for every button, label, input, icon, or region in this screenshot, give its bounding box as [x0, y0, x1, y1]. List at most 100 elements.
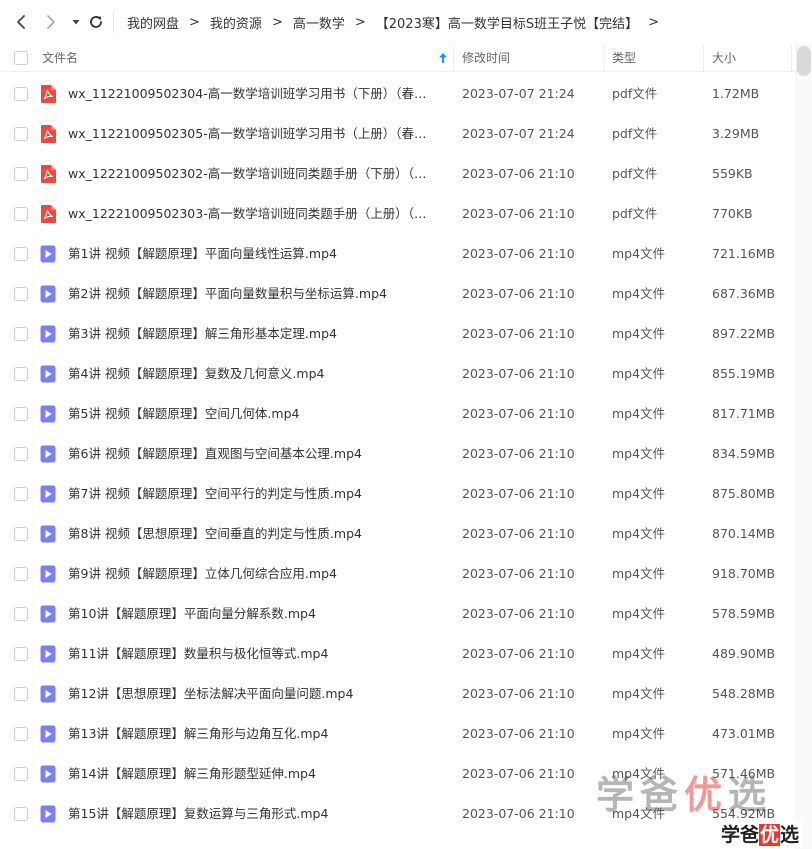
file-row[interactable]: 第10讲【解题原理】平面向量分解系数.mp4 2023-07-06 21:10 mp…: [0, 594, 796, 634]
row-checkbox[interactable]: [14, 207, 28, 221]
column-divider[interactable]: [791, 44, 792, 72]
breadcrumb-item-math[interactable]: 高一数学: [293, 13, 345, 32]
file-name[interactable]: wx_11221009502305-高一数学培训班学习用书（上册）（春上-全..…: [68, 114, 438, 154]
breadcrumb-item-my-resources[interactable]: 我的资源: [210, 13, 262, 32]
row-checkbox[interactable]: [14, 607, 28, 621]
file-modified-time: 2023-07-06 21:10: [462, 566, 575, 581]
file-type: mp4文件: [612, 406, 666, 421]
file-row[interactable]: 第7讲 视频【解题原理】空间平行的判定与性质.mp4 2023-07-06 21:…: [0, 474, 796, 514]
row-checkbox[interactable]: [14, 287, 28, 301]
row-checkbox[interactable]: [14, 767, 28, 781]
file-name[interactable]: 第9讲 视频【解题原理】立体几何综合应用.mp4: [68, 554, 438, 594]
row-checkbox[interactable]: [14, 567, 28, 581]
row-checkbox[interactable]: [14, 727, 28, 741]
file-name[interactable]: 第6讲 视频【解题原理】直观图与空间基本公理.mp4: [68, 434, 438, 474]
column-divider[interactable]: [703, 44, 704, 72]
select-all-checkbox[interactable]: [14, 51, 28, 65]
file-modified-time: 2023-07-06 21:10: [462, 486, 575, 501]
column-header-type[interactable]: 类型: [612, 44, 636, 72]
file-row[interactable]: 第8讲 视频【思想原理】空间垂直的判定与性质.mp4 2023-07-06 21:…: [0, 514, 796, 554]
file-name[interactable]: 第2讲 视频【解题原理】平面向量数量积与坐标运算.mp4: [68, 274, 438, 314]
file-row[interactable]: wx_12221009502303-高一数学培训班同类题手册（上册）（春上-..…: [0, 194, 796, 234]
file-name[interactable]: wx_12221009502303-高一数学培训班同类题手册（上册）（春上-..…: [68, 194, 438, 234]
row-checkbox[interactable]: [14, 367, 28, 381]
scrollbar-thumb[interactable]: [797, 46, 811, 76]
file-row[interactable]: 第5讲 视频【解题原理】空间几何体.mp4 2023-07-06 21:10 mp4…: [0, 394, 796, 434]
history-dropdown-button[interactable]: [66, 12, 86, 32]
column-divider[interactable]: [453, 44, 454, 72]
row-checkbox[interactable]: [14, 87, 28, 101]
row-checkbox[interactable]: [14, 807, 28, 821]
row-checkbox[interactable]: [14, 127, 28, 141]
file-row[interactable]: 第12讲【思想原理】坐标法解决平面向量问题.mp4 2023-07-06 21:1…: [0, 674, 796, 714]
video-icon: [40, 365, 56, 383]
file-size: 578.59MB: [712, 606, 776, 621]
row-checkbox[interactable]: [14, 487, 28, 501]
row-checkbox[interactable]: [14, 167, 28, 181]
breadcrumb: 我的网盘 > 我的资源 > 高一数学 > 【2023寒】高一数学目标S班王子悦【…: [127, 0, 669, 44]
file-size: 687.36MB: [712, 286, 776, 301]
file-row[interactable]: wx_11221009502304-高一数学培训班学习用书（下册）（春上-全..…: [0, 74, 796, 114]
file-row[interactable]: 第2讲 视频【解题原理】平面向量数量积与坐标运算.mp4 2023-07-06 2…: [0, 274, 796, 314]
file-name[interactable]: 第14讲【解题原理】解三角形题型延伸.mp4: [68, 754, 438, 794]
file-name[interactable]: 第15讲【解题原理】复数运算与三角形式.mp4: [68, 794, 438, 834]
file-name[interactable]: 第11讲【解题原理】数量积与极化恒等式.mp4: [68, 634, 438, 674]
file-size: 473.01MB: [712, 726, 776, 741]
file-modified-time: 2023-07-06 21:10: [462, 286, 575, 301]
file-type: mp4文件: [612, 326, 666, 341]
file-name[interactable]: 第8讲 视频【思想原理】空间垂直的判定与性质.mp4: [68, 514, 438, 554]
refresh-button[interactable]: [86, 12, 106, 32]
forward-button[interactable]: [41, 12, 61, 32]
video-icon: [40, 805, 56, 823]
column-header-size[interactable]: 大小: [712, 44, 736, 72]
column-header-name[interactable]: 文件名: [42, 44, 78, 72]
breadcrumb-item-my-drive[interactable]: 我的网盘: [127, 13, 179, 32]
row-checkbox[interactable]: [14, 407, 28, 421]
file-row[interactable]: 第4讲 视频【解题原理】复数及几何意义.mp4 2023-07-06 21:10 m…: [0, 354, 796, 394]
row-checkbox[interactable]: [14, 687, 28, 701]
file-name[interactable]: 第10讲【解题原理】平面向量分解系数.mp4: [68, 594, 438, 634]
video-icon: [40, 645, 56, 663]
breadcrumb-separator: >: [189, 14, 200, 30]
file-row[interactable]: wx_12221009502302-高一数学培训班同类题手册（下册）（春上-..…: [0, 154, 796, 194]
video-icon: [40, 325, 56, 343]
file-modified-time: 2023-07-06 21:10: [462, 166, 575, 181]
video-icon: [40, 445, 56, 463]
file-row[interactable]: 第11讲【解题原理】数量积与极化恒等式.mp4 2023-07-06 21:10 m…: [0, 634, 796, 674]
row-checkbox[interactable]: [14, 527, 28, 541]
file-type: pdf文件: [612, 86, 658, 101]
pdf-icon: [40, 165, 56, 183]
file-type: mp4文件: [612, 566, 666, 581]
sort-ascending-icon[interactable]: [438, 52, 448, 64]
file-row[interactable]: 第6讲 视频【解题原理】直观图与空间基本公理.mp4 2023-07-06 21:…: [0, 434, 796, 474]
file-name[interactable]: 第5讲 视频【解题原理】空间几何体.mp4: [68, 394, 438, 434]
file-name[interactable]: 第4讲 视频【解题原理】复数及几何意义.mp4: [68, 354, 438, 394]
breadcrumb-item-current-folder[interactable]: 【2023寒】高一数学目标S班王子悦【完结】: [376, 13, 638, 32]
file-size: 770KB: [712, 206, 753, 221]
column-header-modified[interactable]: 修改时间: [462, 44, 510, 72]
row-checkbox[interactable]: [14, 647, 28, 661]
vertical-scrollbar[interactable]: [796, 44, 812, 849]
file-size: 721.16MB: [712, 246, 776, 261]
file-type: mp4文件: [612, 726, 666, 741]
file-row[interactable]: 第3讲 视频【解题原理】解三角形基本定理.mp4 2023-07-06 21:10…: [0, 314, 796, 354]
file-name[interactable]: 第7讲 视频【解题原理】空间平行的判定与性质.mp4: [68, 474, 438, 514]
row-checkbox[interactable]: [14, 327, 28, 341]
file-row[interactable]: 第13讲【解题原理】解三角形与边角互化.mp4 2023-07-06 21:10 m…: [0, 714, 796, 754]
file-name[interactable]: 第13讲【解题原理】解三角形与边角互化.mp4: [68, 714, 438, 754]
file-row[interactable]: 第9讲 视频【解题原理】立体几何综合应用.mp4 2023-07-06 21:10…: [0, 554, 796, 594]
file-type: mp4文件: [612, 366, 666, 381]
toolbar-divider: [113, 11, 114, 33]
row-checkbox[interactable]: [14, 447, 28, 461]
file-row[interactable]: 第1讲 视频【解题原理】平面向量线性运算.mp4 2023-07-06 21:10…: [0, 234, 796, 274]
row-checkbox[interactable]: [14, 247, 28, 261]
file-name[interactable]: 第1讲 视频【解题原理】平面向量线性运算.mp4: [68, 234, 438, 274]
file-name[interactable]: 第3讲 视频【解题原理】解三角形基本定理.mp4: [68, 314, 438, 354]
file-row[interactable]: wx_11221009502305-高一数学培训班学习用书（上册）（春上-全..…: [0, 114, 796, 154]
file-name[interactable]: wx_11221009502304-高一数学培训班学习用书（下册）（春上-全..…: [68, 74, 438, 114]
file-modified-time: 2023-07-06 21:10: [462, 806, 575, 821]
file-name[interactable]: 第12讲【思想原理】坐标法解决平面向量问题.mp4: [68, 674, 438, 714]
column-divider[interactable]: [603, 44, 604, 72]
back-button[interactable]: [11, 12, 31, 32]
file-name[interactable]: wx_12221009502302-高一数学培训班同类题手册（下册）（春上-..…: [68, 154, 438, 194]
